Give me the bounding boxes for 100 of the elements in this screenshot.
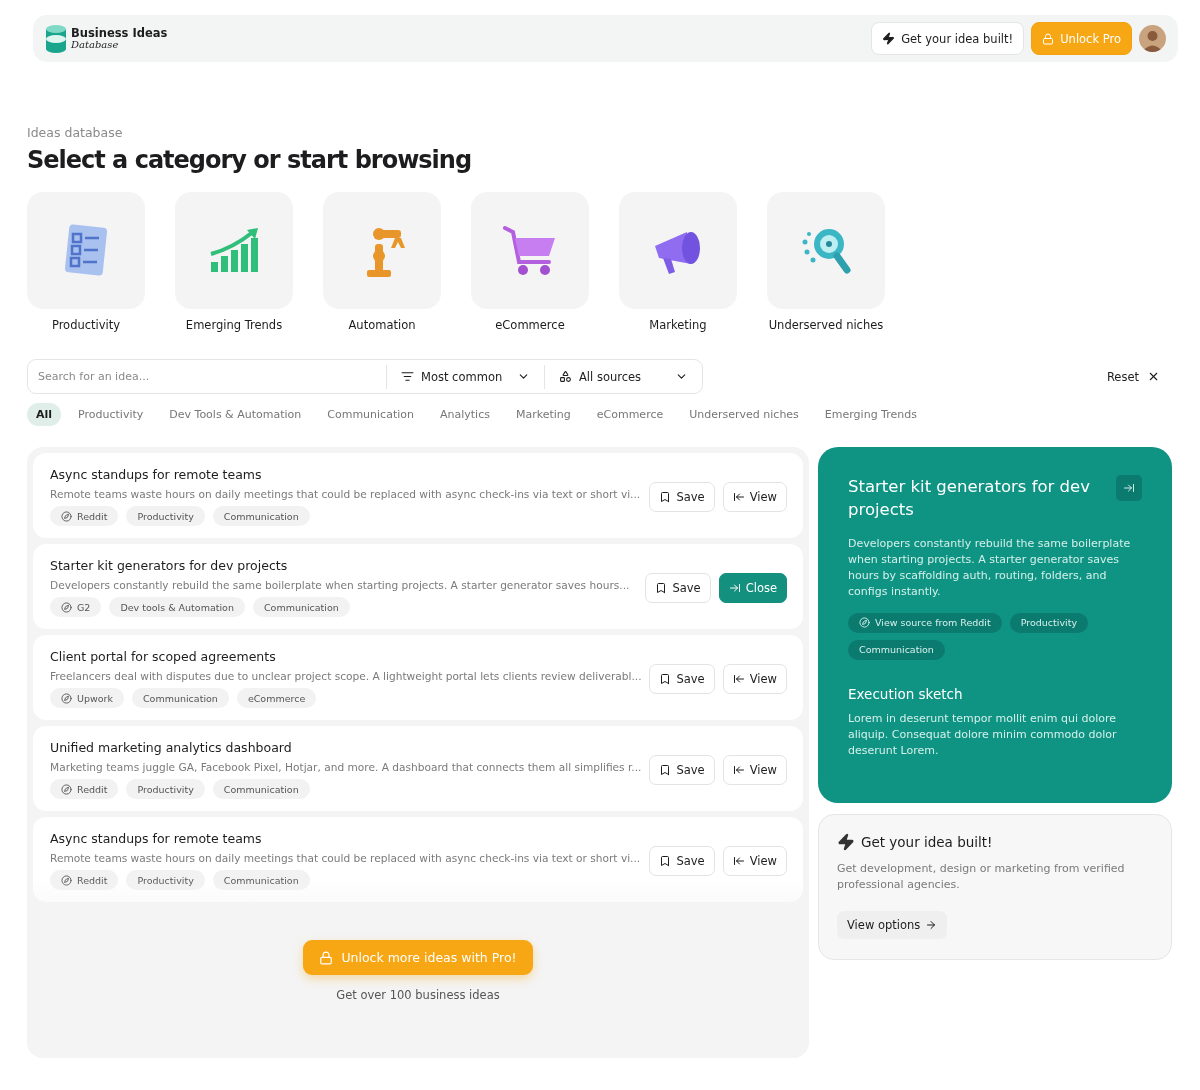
idea-title: Starter kit generators for dev projects (50, 558, 289, 573)
compass-icon (61, 783, 72, 795)
idea-description: Marketing teams juggle GA, Facebook Pixel, Hotjar, and more. A dashboard that connects them all simplifies r... (50, 761, 642, 773)
category-tag: Communication (252, 597, 350, 617)
page-eyebrow: Ideas database (27, 125, 124, 140)
section-title: Execution sketch (848, 685, 964, 702)
category-tag: Productivity (126, 779, 205, 799)
sort-dropdown[interactable]: Most common (386, 364, 544, 389)
category-tag: Dev tools & Automation (109, 597, 245, 617)
lock-icon (319, 950, 334, 965)
save-button[interactable]: Save (649, 481, 715, 512)
category-label[interactable]: Underserved niches (768, 318, 884, 332)
promo-text: Get development, design or marketing from verified professional agencies. (837, 860, 1126, 893)
filter-chip[interactable]: Emerging Trends (815, 403, 926, 426)
category-tag: Productivity (126, 506, 205, 526)
idea-title: Async standups for remote teams (50, 831, 263, 846)
view-options-button[interactable]: View options (837, 910, 948, 939)
collapse-button[interactable] (1116, 475, 1142, 501)
source-tag[interactable]: Reddit (50, 870, 119, 890)
arrow-to-line-icon (1123, 482, 1135, 494)
source-tag[interactable]: Upwork (50, 688, 124, 708)
source-tag[interactable]: View source from Reddit (848, 612, 1002, 633)
lock-icon (1042, 32, 1055, 45)
compass-icon (61, 692, 72, 704)
idea-title: Async standups for remote teams (50, 467, 263, 482)
arrow-to-line-icon (732, 672, 745, 685)
get-idea-built-button[interactable]: Get your idea built! (871, 22, 1025, 55)
reset-button[interactable]: Reset (1100, 368, 1166, 385)
view-button[interactable]: View (722, 754, 787, 785)
compass-icon (61, 874, 72, 886)
logo-subtitle: Database (71, 39, 120, 51)
bookmark-icon (655, 581, 668, 594)
arrow-to-line-icon (732, 490, 745, 503)
source-tag[interactable]: Reddit (50, 779, 119, 799)
source-tag[interactable]: Reddit (50, 506, 119, 526)
category-tile[interactable] (767, 192, 885, 309)
idea-card[interactable]: Async standups for remote teams Remote teams waste hours on daily meetings that could be replaced with async check-ins via text or short vi... Reddit Productivity Communication Save View (33, 817, 803, 902)
category-label[interactable]: eCommerce (495, 318, 565, 332)
category-label[interactable]: Productivity (51, 318, 121, 332)
filter-chip[interactable]: eCommerce (587, 403, 673, 426)
bookmark-icon (659, 672, 672, 685)
close-button[interactable]: Close (718, 572, 787, 603)
compass-icon (859, 617, 870, 629)
category-tag: Productivity (1009, 612, 1089, 633)
sort-icon (401, 370, 414, 383)
view-button[interactable]: View (722, 481, 787, 512)
save-button[interactable]: Save (649, 663, 715, 694)
bolt-icon (837, 832, 855, 851)
shapes-icon (559, 370, 572, 383)
idea-description: Developers constantly rebuild the same boilerplate when starting projects. A starter generator saves hours... (50, 579, 631, 591)
category-label[interactable]: Marketing (649, 318, 707, 332)
section-text: Lorem in deserunt tempor mollit enim qui dolore aliquip. Consequat dolore minim commodo dolor deserunt Lorem. (848, 710, 1118, 759)
bookmark-icon (659, 854, 672, 867)
avatar[interactable] (1139, 25, 1166, 52)
filter-chip[interactable]: Productivity (69, 403, 153, 426)
arrow-right-icon (925, 918, 938, 931)
save-button[interactable]: Save (649, 845, 715, 876)
idea-title: Client portal for scoped agreements (50, 649, 277, 664)
category-tag: Communication (848, 639, 945, 660)
category-label[interactable]: Emerging Trends (185, 318, 283, 332)
idea-card[interactable]: Starter kit generators for dev projects Developers constantly rebuild the same boilerplate when starting projects. A starter generator saves hours... G2 Dev tools & Automation Communication Save Close (33, 544, 803, 629)
category-tile[interactable] (175, 192, 293, 309)
page-title: Select a category or start browsing (27, 146, 473, 174)
logo-icon (45, 23, 67, 54)
view-button[interactable]: View (722, 845, 787, 876)
category-tag: Communication (212, 779, 310, 799)
filter-chip[interactable]: Underserved niches (680, 403, 808, 426)
idea-description: Remote teams waste hours on daily meetings that could be replaced with async check-ins via text or short vi... (50, 852, 642, 864)
idea-title: Unified marketing analytics dashboard (50, 740, 293, 755)
idea-card[interactable]: Client portal for scoped agreements Freelancers deal with disputes due to unclear project scope. A lightweight portal lets clients review deliverabl... Upwork Communication eCommerce Save View (33, 635, 803, 720)
arrow-to-line-icon (732, 854, 745, 867)
category-tag: Communication (212, 870, 310, 890)
category-tag: eCommerce (236, 688, 317, 708)
category-tile[interactable] (27, 192, 145, 309)
arrow-to-line-icon (728, 581, 741, 594)
search-bar[interactable]: Search for an idea... Most common All sources (27, 359, 703, 394)
source-dropdown[interactable]: All sources (544, 364, 702, 389)
filter-chip[interactable]: Marketing (506, 403, 580, 426)
source-tag[interactable]: G2 (50, 597, 102, 617)
compass-icon (61, 510, 72, 522)
filter-chip[interactable]: All (27, 403, 62, 426)
close-icon (1147, 370, 1160, 383)
promo-title: Get your idea built! (861, 833, 993, 850)
filter-chip[interactable]: Analytics (430, 403, 499, 426)
bolt-icon (882, 32, 896, 45)
filter-chip[interactable]: Communication (318, 403, 423, 426)
filter-chip[interactable]: Dev Tools & Automation (160, 403, 311, 426)
compass-icon (61, 601, 72, 613)
save-button[interactable]: Save (645, 572, 711, 603)
category-tile[interactable] (619, 192, 737, 309)
idea-card[interactable]: Async standups for remote teams Remote teams waste hours on daily meetings that could be replaced with async check-ins via text or short vi... Reddit Productivity Communication Save View (33, 453, 803, 538)
category-tag: Communication (212, 506, 310, 526)
bookmark-icon (659, 763, 672, 776)
idea-card[interactable]: Unified marketing analytics dashboard Marketing teams juggle GA, Facebook Pixel, Hotjar, and more. A dashboard that connects them all simplifies r... Reddit Productivity Communication Save View (33, 726, 803, 811)
view-button[interactable]: View (722, 663, 787, 694)
save-button[interactable]: Save (649, 754, 715, 785)
category-tile[interactable] (471, 192, 589, 309)
category-tile[interactable] (323, 192, 441, 309)
search-field[interactable]: Search for an idea... (28, 360, 386, 393)
category-label[interactable]: Automation (348, 318, 416, 332)
